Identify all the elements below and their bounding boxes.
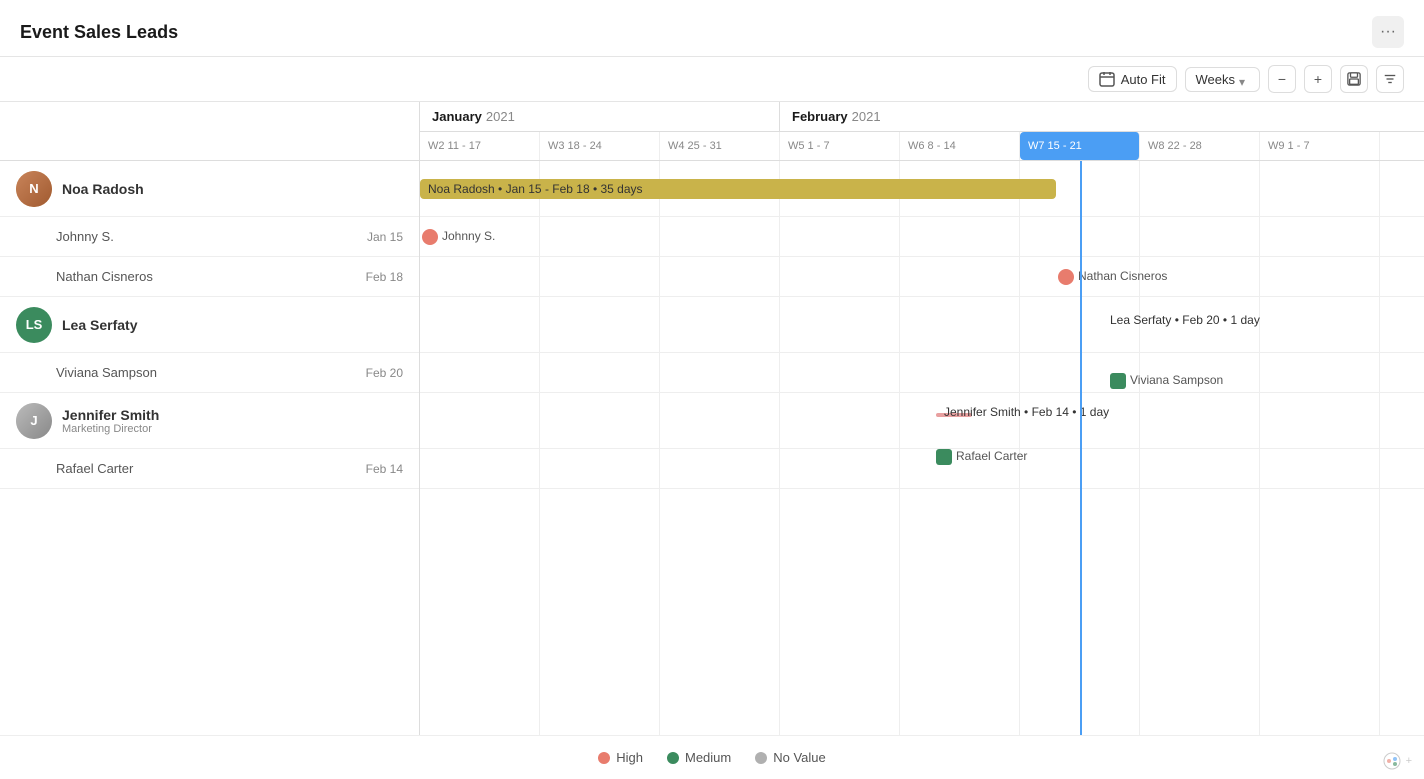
group-jennifer-header[interactable]: J Jennifer Smith Marketing Director	[0, 393, 419, 449]
save-view-button[interactable]	[1340, 65, 1368, 93]
legend-novalue: No Value	[755, 750, 826, 765]
bar-noa-label: Noa Radosh • Jan 15 - Feb 18 • 35 days	[428, 182, 643, 196]
jennifer-info: Jennifer Smith Marketing Director	[62, 407, 159, 435]
row-johnny[interactable]: Johnny S. Jan 15	[0, 217, 419, 257]
month-february: February 2021	[780, 102, 881, 131]
left-panel: N Noa Radosh Johnny S. Jan 15 Nathan Cis…	[0, 161, 420, 735]
zoom-in-button[interactable]: +	[1304, 65, 1332, 93]
avatar-lea-initials: LS	[26, 317, 43, 332]
group-jennifer-name: Jennifer Smith	[62, 407, 159, 423]
weeks-row: W2 11 - 17 W3 18 - 24 W4 25 - 31 W5 1 - …	[420, 132, 1424, 160]
legend-high-dot	[598, 752, 610, 764]
plus-icon: +	[1314, 71, 1322, 87]
row-rafael[interactable]: Rafael Carter Feb 14	[0, 449, 419, 489]
bar-noa[interactable]: Noa Radosh • Jan 15 - Feb 18 • 35 days	[420, 179, 1056, 199]
name-johnny: Johnny S.	[56, 229, 357, 244]
name-nathan: Nathan Cisneros	[56, 269, 356, 284]
bar-johnny[interactable]	[422, 229, 438, 245]
legend-medium-dot	[667, 752, 679, 764]
gantt-header-right: January 2021 February 2021 W2 11 - 17 W3…	[420, 102, 1424, 160]
minus-icon: −	[1278, 71, 1286, 87]
row-viviana[interactable]: Viviana Sampson Feb 20	[0, 353, 419, 393]
toolbar: Auto Fit Weeks − +	[0, 57, 1424, 102]
legend-medium-label: Medium	[685, 750, 731, 765]
date-johnny: Jan 15	[367, 230, 403, 244]
name-viviana: Viviana Sampson	[56, 365, 356, 380]
month-feb-name: February	[792, 109, 848, 124]
main-content: January 2021 February 2021 W2 11 - 17 W3…	[0, 102, 1424, 779]
legend-medium: Medium	[667, 750, 731, 765]
group-noa-name: Noa Radosh	[62, 181, 144, 197]
bar-lea-label: Lea Serfaty • Feb 20 • 1 day	[1110, 313, 1260, 327]
month-feb-year: 2021	[852, 109, 881, 124]
avatar-noa: N	[16, 171, 52, 207]
week-w5: W5 1 - 7	[780, 132, 900, 160]
branding-icon	[1382, 751, 1402, 771]
autofit-label: Auto Fit	[1121, 72, 1166, 87]
bar-johnny-label: Johnny S.	[442, 229, 495, 243]
page-title: Event Sales Leads	[20, 22, 178, 43]
filter-button[interactable]	[1376, 65, 1404, 93]
date-rafael: Feb 14	[366, 462, 403, 476]
legend-novalue-dot	[755, 752, 767, 764]
week-w8: W8 22 - 28	[1140, 132, 1260, 160]
legend-novalue-label: No Value	[773, 750, 826, 765]
app-container: Event Sales Leads ··· Auto Fit Weeks − +	[0, 0, 1424, 779]
autofit-button[interactable]: Auto Fit	[1088, 66, 1177, 92]
weeks-selector[interactable]: Weeks	[1185, 67, 1261, 92]
more-icon: ···	[1380, 23, 1396, 41]
date-nathan: Feb 18	[366, 270, 403, 284]
zoom-out-button[interactable]: −	[1268, 65, 1296, 93]
group-lea-name: Lea Serfaty	[62, 317, 137, 333]
data-area: N Noa Radosh Johnny S. Jan 15 Nathan Cis…	[0, 161, 1424, 735]
month-january: January 2021	[420, 102, 780, 131]
gantt-right-panel: Noa Radosh • Jan 15 - Feb 18 • 35 days J…	[420, 161, 1424, 735]
chevron-down-icon	[1239, 74, 1249, 84]
week-w4: W4 25 - 31	[660, 132, 780, 160]
jennifer-role: Marketing Director	[62, 423, 159, 435]
week-w2: W2 11 - 17	[420, 132, 540, 160]
months-row: January 2021 February 2021	[420, 102, 1424, 132]
branding-decoration: +	[1382, 751, 1412, 771]
weeks-label: Weeks	[1196, 72, 1236, 87]
legend-high-label: High	[616, 750, 643, 765]
bar-rafael-label: Rafael Carter	[956, 449, 1027, 463]
month-jan-year: 2021	[486, 109, 515, 124]
week-w7-current: W7 15 - 21	[1020, 132, 1140, 160]
month-jan-name: January	[432, 109, 482, 124]
bar-nathan-label: Nathan Cisneros	[1078, 269, 1167, 283]
bar-nathan[interactable]	[1058, 269, 1074, 285]
week-w3: W3 18 - 24	[540, 132, 660, 160]
branding-plus: +	[1406, 755, 1412, 767]
week-w6: W6 8 - 14	[900, 132, 1020, 160]
avatar-lea: LS	[16, 307, 52, 343]
legend-high: High	[598, 750, 643, 765]
name-rafael: Rafael Carter	[56, 461, 356, 476]
bar-rafael[interactable]	[936, 449, 952, 465]
legend: High Medium No Value	[0, 735, 1424, 779]
grid-columns	[420, 161, 1380, 735]
calendar-icon	[1099, 71, 1115, 87]
gantt-header-left	[0, 102, 420, 160]
save-icon	[1347, 72, 1361, 86]
filter-icon	[1383, 72, 1397, 86]
bar-viviana-label: Viviana Sampson	[1130, 373, 1223, 387]
group-lea-header[interactable]: LS Lea Serfaty	[0, 297, 419, 353]
row-nathan[interactable]: Nathan Cisneros Feb 18	[0, 257, 419, 297]
week-w9: W9 1 - 7	[1260, 132, 1380, 160]
more-options-button[interactable]: ···	[1372, 16, 1404, 48]
gantt-header: January 2021 February 2021 W2 11 - 17 W3…	[0, 102, 1424, 161]
group-noa-header[interactable]: N Noa Radosh	[0, 161, 419, 217]
header: Event Sales Leads ···	[0, 0, 1424, 57]
date-viviana: Feb 20	[366, 366, 403, 380]
bar-jennifer-label: Jennifer Smith • Feb 14 • 1 day	[944, 405, 1109, 419]
bar-viviana[interactable]	[1110, 373, 1126, 389]
avatar-jennifer: J	[16, 403, 52, 439]
